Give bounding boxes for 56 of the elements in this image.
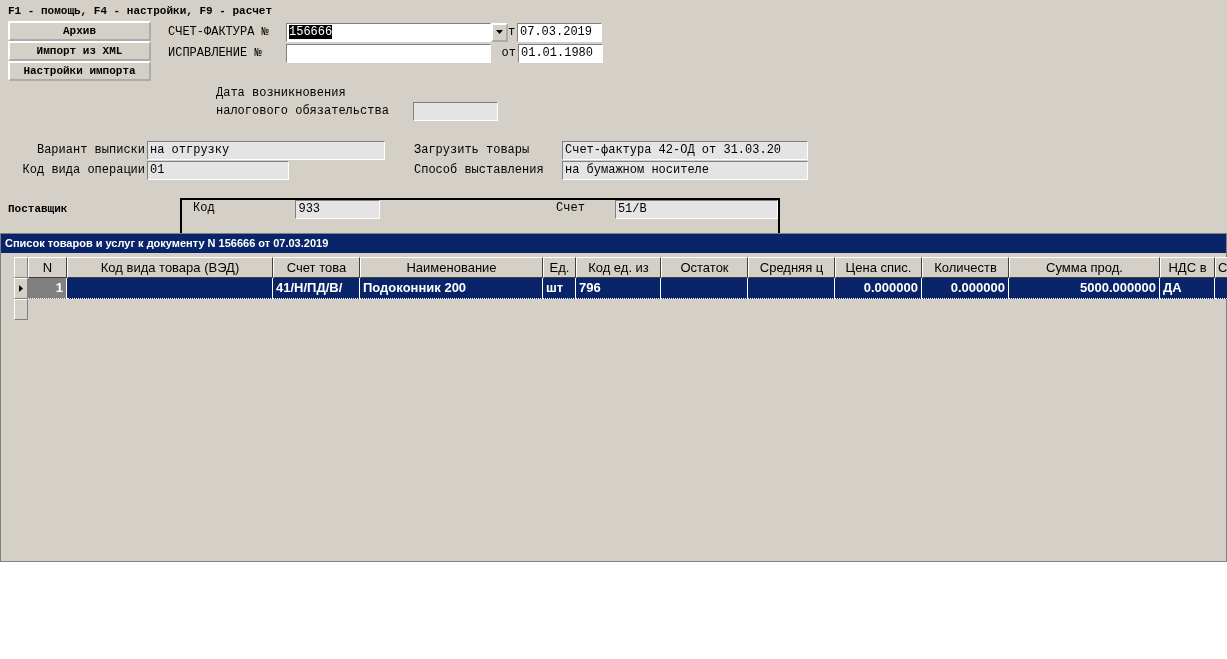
account-field[interactable]: 51/В — [614, 200, 778, 219]
row-pointer-icon — [19, 285, 23, 292]
table-cell: 41/Н/ПД/В/ — [273, 278, 360, 299]
field-label: т — [508, 24, 517, 40]
field-label: налогового обязательства — [216, 103, 390, 119]
table-cell: 0.000000 — [922, 278, 1009, 299]
date-field[interactable]: 07.03.2019 — [517, 22, 602, 42]
dropdown-button[interactable] — [491, 22, 508, 42]
column-header[interactable]: Остаток — [661, 257, 748, 278]
table-cell: 0.000000 — [835, 278, 922, 299]
value-field[interactable]: на отгрузку — [147, 140, 385, 160]
column-header[interactable]: Ед. — [543, 257, 576, 278]
field-label: Дата возникновения — [216, 85, 347, 101]
column-header[interactable]: Счет това — [273, 257, 360, 278]
correction-number-field[interactable] — [286, 43, 491, 63]
row-indicator[interactable] — [14, 278, 28, 299]
table-cell: Подоконник 200 — [360, 278, 543, 299]
value-field[interactable]: Счет-фактура 42-ОД от 31.03.20 — [562, 140, 808, 160]
table-cell: 796 — [576, 278, 661, 299]
column-header[interactable]: Средняя ц — [748, 257, 835, 278]
grid-corner — [14, 257, 28, 278]
column-header[interactable]: Код ед. из — [576, 257, 661, 278]
toolbar-button[interactable]: Импорт из XML — [8, 41, 151, 61]
column-header[interactable]: НДС в — [1160, 257, 1215, 278]
column-header[interactable]: Цена спис. — [835, 257, 922, 278]
column-header[interactable]: Наименование — [360, 257, 543, 278]
field-label: ИСПРАВЛЕНИЕ № — [168, 45, 263, 61]
field-label: Код вида операции — [21, 162, 146, 178]
field-label: от — [500, 45, 517, 61]
tax-date-field[interactable] — [413, 101, 498, 121]
hotkeys-hint: F1 - помощь, F4 - настройки, F9 - расчет — [7, 4, 274, 19]
toolbar-button[interactable]: Настройки импорта — [8, 61, 151, 81]
field-label: Загрузить товары — [414, 142, 531, 158]
column-header[interactable]: Код вида товара (ВЭД) — [67, 257, 273, 278]
field-label: Способ выставления — [414, 162, 545, 178]
field-label: СЧЕТ-ФАКТУРА № — [168, 24, 270, 40]
value-field[interactable]: на бумажном носителе — [562, 160, 808, 180]
field-label: Вариант выписки — [35, 142, 146, 158]
column-header[interactable]: С — [1215, 257, 1227, 278]
field-label: Код — [193, 200, 216, 216]
table-cell: 1 — [28, 278, 67, 299]
table-cell: 5000.000000 — [1009, 278, 1160, 299]
caret-icon — [496, 30, 503, 34]
supplier-code-field[interactable]: 933 — [295, 200, 380, 219]
invoice-number-field[interactable]: 156666 — [286, 22, 491, 42]
date-field[interactable]: 01.01.1980 — [518, 43, 603, 63]
column-header[interactable]: Сумма прод. — [1009, 257, 1160, 278]
value-field[interactable]: 01 — [147, 160, 289, 180]
field-label: Счет — [555, 200, 586, 216]
window-title: Список товаров и услуг к документу N 156666 от 07.03.2019 — [1, 234, 1226, 253]
toolbar-button[interactable]: Архив — [8, 21, 151, 41]
column-header[interactable]: N — [28, 257, 67, 278]
supplier-label: Поставщик — [7, 202, 69, 217]
column-header[interactable]: Количеств — [922, 257, 1009, 278]
table-cell: ДА — [1160, 278, 1215, 299]
table-cell: шт — [543, 278, 576, 299]
